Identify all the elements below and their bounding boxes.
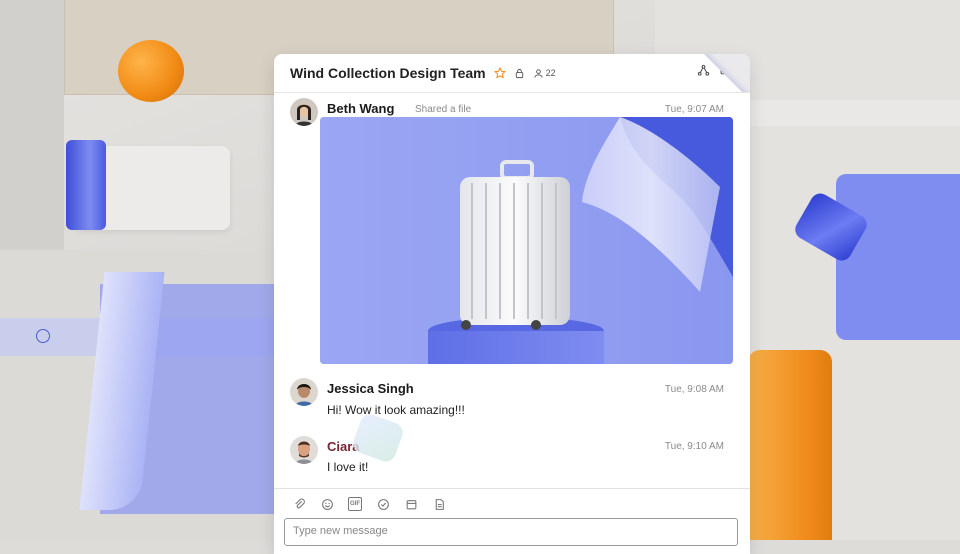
shared-file-image[interactable]	[320, 117, 733, 364]
members-icon[interactable]: 22	[533, 68, 556, 79]
orange-ball-decor	[118, 40, 184, 102]
chat-title: Wind Collection Design Team	[290, 65, 486, 81]
lock-icon	[514, 68, 525, 79]
composer-toolbar: GIF	[274, 488, 750, 519]
message-item: Beth Wang Shared a file Tue, 9:07 AM	[290, 98, 724, 126]
calendar-icon[interactable]	[404, 497, 418, 511]
message-input[interactable]: Type new message	[284, 518, 738, 546]
member-count: 22	[545, 68, 556, 78]
blue-sheet-right-decor	[836, 174, 960, 340]
message-text: Hi! Wow it look amazing!!!	[327, 403, 465, 417]
task-icon[interactable]	[376, 497, 390, 511]
message-text: I love it!	[327, 460, 369, 474]
message-subtitle: Shared a file	[415, 104, 472, 115]
orange-sheet-decor	[748, 350, 832, 540]
play-icon	[36, 329, 50, 343]
avatar[interactable]	[290, 98, 318, 126]
avatar[interactable]	[290, 436, 318, 464]
message-time: Tue, 9:10 AM	[664, 441, 724, 452]
star-icon[interactable]	[493, 67, 506, 79]
message-item: Jessica Singh Tue, 9:08 AM Hi! Wow it lo…	[290, 378, 724, 418]
blue-roll-decor	[66, 140, 106, 230]
emoji-icon[interactable]	[320, 497, 334, 511]
bg-ghost-bar	[750, 100, 960, 126]
message-author[interactable]: Beth Wang	[327, 101, 394, 116]
attach-icon[interactable]	[292, 497, 306, 511]
message-author[interactable]: Jessica Singh	[327, 381, 414, 396]
avatar[interactable]	[290, 378, 318, 406]
note-icon[interactable]	[432, 497, 446, 511]
chat-window: Wind Collection Design Team 22 Beth Wang…	[274, 54, 750, 554]
gif-icon[interactable]: GIF	[348, 497, 362, 511]
bg-panel	[0, 0, 64, 250]
chat-header: Wind Collection Design Team 22	[274, 54, 750, 93]
page-curl-decor	[702, 54, 750, 92]
message-time: Tue, 9:08 AM	[664, 384, 724, 395]
message-time: Tue, 9:07 AM	[664, 104, 724, 115]
gif-label: GIF	[350, 501, 360, 507]
